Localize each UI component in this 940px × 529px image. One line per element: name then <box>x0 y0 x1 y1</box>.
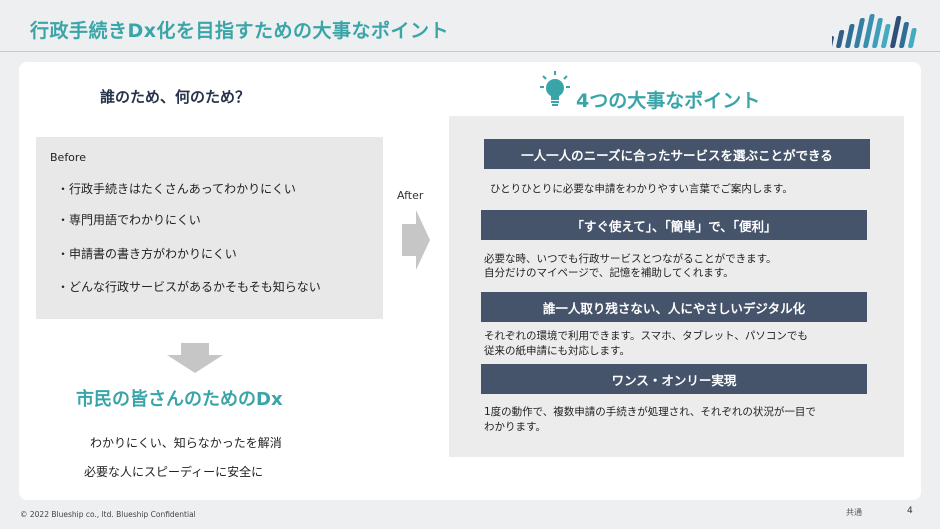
point-description: わかります。 <box>484 421 546 433</box>
point-description: 自分だけのマイページで、記憶を補助してくれます。 <box>484 267 734 279</box>
point-title-bar: 「すぐ使えて」、「簡単」で、「便利」 <box>481 210 867 240</box>
logo-bar-7 <box>881 24 891 48</box>
title-divider <box>0 51 940 52</box>
point-description: 従来の紙申請にも対応します。 <box>484 345 630 357</box>
before-item: ・申請書の書き方がわかりにくい <box>57 247 237 261</box>
point-title-bar: 誰一人取り残さない、人にやさしいデジタル化 <box>481 292 867 322</box>
citizen-line: わかりにくい、知らなかったを解消 <box>90 436 282 450</box>
left-heading: 誰のため、何のため？ <box>100 88 251 106</box>
point-title-bar: ワンス・オンリー実現 <box>481 364 867 394</box>
logo-bar-4 <box>854 18 865 48</box>
lightbulb-icon <box>540 71 570 106</box>
right-arrow-icon <box>402 210 430 270</box>
right-heading: 4つの大事なポイント <box>576 90 761 112</box>
point-description: 必要な時、いつでも行政サービスとつながることができます。 <box>484 253 777 265</box>
company-logo <box>832 14 917 48</box>
down-arrow-icon <box>167 343 223 373</box>
logo-bar-3 <box>845 24 855 48</box>
footer-label: 共通 <box>846 508 862 517</box>
before-item: ・行政手続きはたくさんあってわかりにくい <box>57 182 296 196</box>
logo-bar-9 <box>899 22 909 48</box>
before-label: Before <box>50 151 86 164</box>
logo-bar-6 <box>872 18 883 48</box>
point-description: ひとりひとりに必要な申請をわかりやすい言葉でご案内します。 <box>490 183 793 195</box>
before-item: ・どんな行政サービスがあるかそもそも知らない <box>57 280 321 294</box>
before-item: ・専門用語でわかりにくい <box>57 213 201 227</box>
logo-bar-2 <box>836 30 845 48</box>
citizen-title: 市民の皆さんのためのDx <box>76 389 283 410</box>
logo-bar-1 <box>832 36 834 48</box>
footer-copyright: © 2022 Blueship co., ltd. Blueship Confi… <box>20 510 196 519</box>
slide-title: 行政手続きDx化を目指すための大事なポイント <box>30 20 450 42</box>
citizen-line: 必要な人にスピーディーに安全に <box>84 465 264 479</box>
after-label: After <box>397 189 424 202</box>
point-description: それぞれの環境で利用できます。スマホ、タブレット、パソコンでも <box>484 330 808 342</box>
point-description: 1度の動作で、複数申請の手続きが処理され、それぞれの状況が一目で <box>484 406 816 418</box>
page-number: 4 <box>907 506 913 516</box>
point-title-bar: 一人一人のニーズに合ったサービスを選ぶことができる <box>484 139 870 169</box>
logo-bar-10 <box>908 28 917 48</box>
